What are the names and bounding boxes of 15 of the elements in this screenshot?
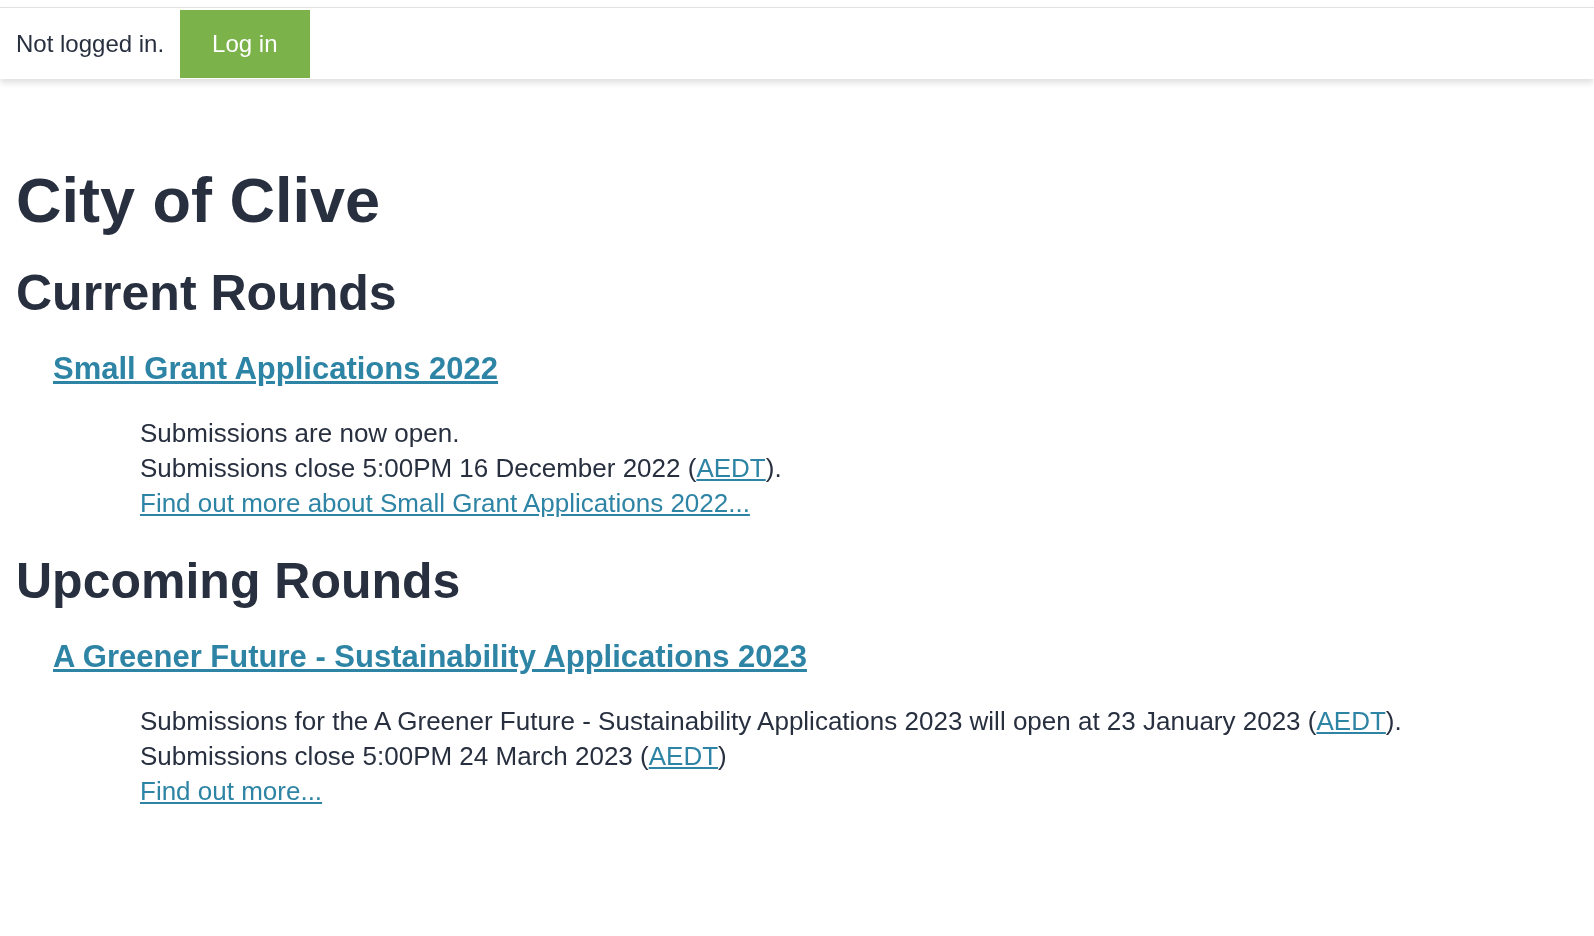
round-info-text: Submissions are now open. [140, 417, 461, 450]
page-title: City of Clive [16, 164, 382, 237]
round-info-text: Submissions close 5:00PM 24 March 2023 (AEDT) [140, 740, 728, 773]
round-info-text: Submissions close 5:00PM 16 December 2022 (AEDT). [140, 452, 783, 485]
login-button[interactable]: Log in [180, 9, 310, 78]
timezone-link[interactable]: AEDT [696, 453, 766, 483]
round-title-link[interactable]: Small Grant Applications 2022 [53, 349, 499, 389]
section-heading: Current Rounds [16, 264, 398, 323]
timezone-link[interactable]: AEDT [1316, 706, 1386, 736]
find-out-more-link[interactable]: Find out more... [140, 776, 323, 806]
find-out-more-link[interactable]: Find out more about Small Grant Applications 2022... [140, 488, 750, 518]
round-info-text: Submissions for the A Greener Future - Sustainability Applications 2023 will open at 23 January 2023 (AEDT). [140, 705, 1403, 738]
login-status-text: Not logged in. [16, 29, 165, 58]
section-heading: Upcoming Rounds [16, 552, 462, 611]
round-title-link[interactable]: A Greener Future - Sustainability Applications 2023 [53, 637, 807, 677]
